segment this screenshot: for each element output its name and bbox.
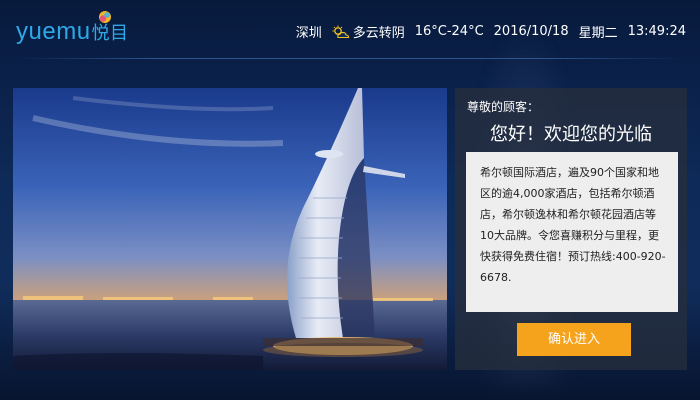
greeting-subtitle: 尊敬的顾客： — [467, 100, 540, 114]
hotel-info-text: 希尔顿国际酒店，遍及90个国家和地区的逾4,000家酒店，包括希尔顿酒店，希尔顿… — [480, 166, 666, 284]
welcome-panel: 尊敬的顾客： 您好！欢迎您的光临 希尔顿国际酒店，遍及90个国家和地区的逾4,0… — [455, 88, 687, 370]
hotel-info-box: 希尔顿国际酒店，遍及90个国家和地区的逾4,000家酒店，包括希尔顿酒店，希尔顿… — [466, 152, 678, 312]
status-bar: 深圳 多云转阴 16°C-24°C 2016/10/18 星期二 13:49:2… — [296, 22, 686, 41]
temperature-label: 16°C-24°C — [414, 24, 484, 39]
city-label: 深圳 — [295, 26, 322, 41]
partly-cloudy-icon — [332, 25, 349, 38]
header-divider — [18, 58, 684, 59]
weekday-label: 星期二 — [578, 26, 618, 41]
time-label: 13:49:24 — [627, 24, 686, 39]
logo-cn-text: 悦目 — [91, 23, 129, 43]
confirm-enter-button[interactable]: 确认进入 — [517, 323, 631, 356]
hotel-photo — [13, 88, 447, 370]
date-label: 2016/10/18 — [493, 24, 569, 39]
burj-al-arab-image — [13, 88, 447, 370]
logo-mark-icon — [99, 11, 111, 23]
logo-text: yuemu — [16, 18, 91, 45]
header-bar: yuemu悦目 深圳 多云转阴 16°C-24°C 2016/10/18 星期二… — [0, 0, 700, 60]
greeting-title: 您好！欢迎您的光临 — [490, 124, 652, 145]
weather-label: 多云转阴 — [352, 26, 405, 41]
